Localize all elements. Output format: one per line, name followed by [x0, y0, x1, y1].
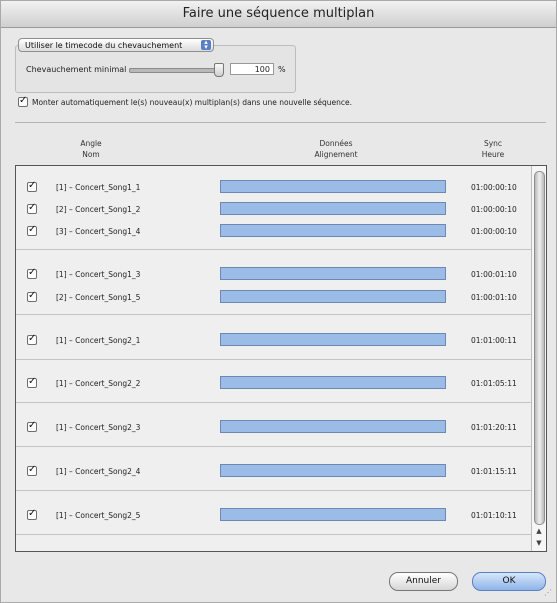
- sync-mode-popup[interactable]: Utiliser le timecode du chevauchement ▴ ▾: [18, 38, 214, 52]
- clip-name: [1] – Concert_Song1_3: [56, 270, 141, 279]
- clip-include-checkbox[interactable]: [27, 376, 37, 388]
- vertical-scrollbar[interactable]: ▲ ▼: [531, 166, 546, 551]
- column-header-sync: Sync: [483, 139, 503, 148]
- clip-name: [1] – Concert_Song2_1: [56, 336, 141, 345]
- scrollbar-thumb[interactable]: [534, 171, 545, 525]
- section-divider: [15, 122, 546, 123]
- clip-include-checkbox[interactable]: [27, 267, 37, 279]
- sync-mode-value: Utiliser le timecode du chevauchement: [25, 41, 183, 50]
- scroll-up-icon[interactable]: ▲: [534, 526, 544, 536]
- group-divider: [16, 249, 533, 250]
- sync-time: 01:00:00:10: [471, 205, 517, 214]
- overlap-slider[interactable]: [129, 68, 223, 73]
- alignment-bar[interactable]: [220, 180, 446, 193]
- window-title: Faire une séquence multiplan: [182, 6, 375, 21]
- clip-list[interactable]: [1] – Concert_Song1_1 01:00:00:10 [2] – …: [15, 165, 547, 552]
- clip-name: [2] – Concert_Song1_2: [56, 205, 141, 214]
- clip-row[interactable]: [3] – Concert_Song1_4 01:00:00:10: [16, 220, 533, 242]
- clip-row[interactable]: [1] – Concert_Song2_1 01:01:00:11: [16, 329, 533, 351]
- clip-row[interactable]: [1] – Concert_Song1_1 01:00:00:10: [16, 176, 533, 198]
- group-divider: [16, 314, 533, 315]
- clip-name: [1] – Concert_Song2_5: [56, 511, 141, 520]
- alignment-bar[interactable]: [220, 464, 446, 477]
- clip-include-checkbox[interactable]: [27, 290, 37, 302]
- cancel-button[interactable]: Annuler: [389, 572, 458, 591]
- overlap-unit: %: [278, 65, 286, 74]
- alignment-bar[interactable]: [220, 376, 446, 389]
- multiclip-dialog: Faire une séquence multiplan Utiliser le…: [0, 0, 557, 603]
- group-divider: [16, 490, 533, 491]
- alignment-bar[interactable]: [220, 508, 446, 521]
- sync-time: 01:00:00:10: [471, 227, 517, 236]
- clip-include-checkbox[interactable]: [27, 333, 37, 345]
- alignment-bar[interactable]: [220, 420, 446, 433]
- alignment-bar[interactable]: [220, 202, 446, 215]
- clip-include-checkbox[interactable]: [27, 180, 37, 192]
- clip-row[interactable]: [1] – Concert_Song2_3 01:01:20:11: [16, 416, 533, 438]
- alignment-bar[interactable]: [220, 224, 446, 237]
- alignment-bar[interactable]: [220, 333, 446, 346]
- sync-time: 01:01:05:11: [471, 379, 517, 388]
- clip-include-checkbox[interactable]: [27, 420, 37, 432]
- clip-row[interactable]: [1] – Concert_Song1_3 01:00:01:10: [16, 263, 533, 285]
- overlap-value-field[interactable]: 100: [230, 63, 274, 75]
- group-divider: [16, 359, 533, 360]
- group-divider: [16, 534, 533, 535]
- clip-name: [1] – Concert_Song2_3: [56, 423, 141, 432]
- clip-row[interactable]: [2] – Concert_Song1_5 01:00:01:10: [16, 286, 533, 308]
- clip-include-checkbox[interactable]: [27, 224, 37, 236]
- clip-name: [1] – Concert_Song2_4: [56, 467, 141, 476]
- clip-include-checkbox[interactable]: [27, 464, 37, 476]
- clip-row[interactable]: [2] – Concert_Song1_2 01:00:00:10: [16, 198, 533, 220]
- title-bar[interactable]: Faire une séquence multiplan: [1, 1, 556, 28]
- column-header-angle: Angle: [80, 139, 102, 148]
- clip-row[interactable]: [1] – Concert_Song2_5 01:01:10:11: [16, 504, 533, 526]
- popup-arrows-icon: ▴ ▾: [201, 39, 211, 51]
- clip-name: [2] – Concert_Song1_5: [56, 293, 141, 302]
- column-header-alignment: Alignement: [314, 150, 358, 159]
- auto-assemble-label: Monter automatiquement le(s) nouveau(x) …: [32, 98, 353, 107]
- sync-time: 01:01:15:11: [471, 467, 517, 476]
- group-divider: [16, 446, 533, 447]
- clip-name: [1] – Concert_Song1_1: [56, 183, 141, 192]
- ok-button[interactable]: OK: [472, 572, 546, 591]
- sync-time: 01:00:00:10: [471, 183, 517, 192]
- clip-name: [3] – Concert_Song1_4: [56, 227, 141, 236]
- column-header-data: Données: [319, 139, 353, 148]
- group-divider: [16, 402, 533, 403]
- clip-include-checkbox[interactable]: [27, 202, 37, 214]
- clip-include-checkbox[interactable]: [27, 508, 37, 520]
- clip-name: [1] – Concert_Song2_2: [56, 379, 141, 388]
- auto-assemble-checkbox[interactable]: [18, 95, 28, 107]
- alignment-bar[interactable]: [220, 290, 446, 303]
- column-header-time: Heure: [481, 150, 505, 159]
- scroll-down-icon[interactable]: ▼: [534, 538, 544, 548]
- resize-grip-icon[interactable]: ⋰: [542, 588, 552, 598]
- sync-time: 01:01:10:11: [471, 511, 517, 520]
- column-header-name: Nom: [82, 150, 100, 159]
- sync-time: 01:01:00:11: [471, 336, 517, 345]
- sync-time: 01:00:01:10: [471, 270, 517, 279]
- alignment-bar[interactable]: [220, 267, 446, 280]
- clip-row[interactable]: [1] – Concert_Song2_2 01:01:05:11: [16, 372, 533, 394]
- overlap-label: Chevauchement minimal :: [26, 65, 132, 74]
- sync-time: 01:00:01:10: [471, 293, 517, 302]
- overlap-slider-thumb[interactable]: [214, 63, 224, 77]
- sync-time: 01:01:20:11: [471, 423, 517, 432]
- clip-row[interactable]: [1] – Concert_Song2_4 01:01:15:11: [16, 460, 533, 482]
